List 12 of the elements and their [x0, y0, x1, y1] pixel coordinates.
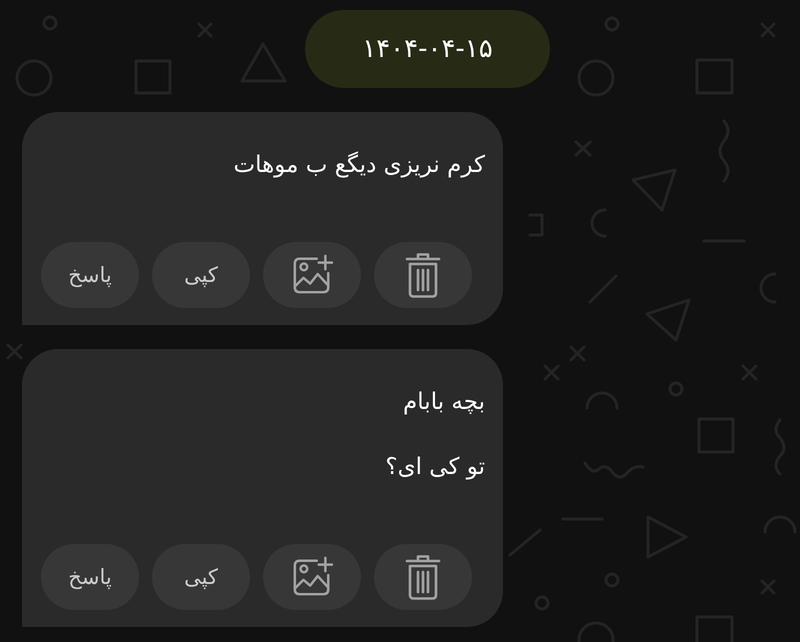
reply-button[interactable]: پاسخ: [41, 242, 139, 308]
message-text: کرم نریزی دیگع ب موهات: [232, 150, 485, 180]
trash-icon: [405, 554, 441, 600]
copy-button[interactable]: کپی: [152, 544, 250, 610]
image-plus-icon: [291, 254, 333, 296]
message-text: تو کی ای؟: [384, 453, 485, 482]
message-text: بچه بابام: [402, 388, 485, 417]
image-plus-icon: [291, 556, 333, 598]
reply-button[interactable]: پاسخ: [41, 544, 139, 610]
trash-icon: [405, 252, 441, 298]
date-pill: ۱۴۰۴-۰۴-۱۵: [305, 10, 550, 88]
copy-button[interactable]: کپی: [152, 242, 250, 308]
